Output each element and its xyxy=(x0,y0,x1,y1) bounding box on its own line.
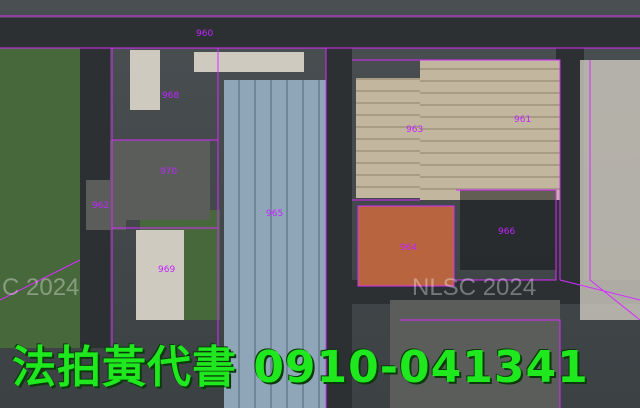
promo-banner-text: 法拍黃代書 0910-041341 xyxy=(12,342,589,393)
map-canvas[interactable]: 960 961 962 963 964 965 966 970 969 968 … xyxy=(0,0,640,408)
watermark-left: C 2024 xyxy=(2,274,80,301)
lot-label-960: 960 xyxy=(196,29,214,39)
lot-label-961: 961 xyxy=(514,115,532,125)
lot-label-965: 965 xyxy=(266,209,284,219)
parcel-line xyxy=(352,59,561,280)
lot-label-969: 969 xyxy=(158,265,176,275)
lot-label-966: 966 xyxy=(498,227,516,237)
lot-label-968: 968 xyxy=(162,91,180,101)
parcel-line xyxy=(559,279,640,301)
lot-label-963: 963 xyxy=(406,125,424,135)
watermark-right: NLSC 2024 xyxy=(412,274,537,301)
lot-label-964[interactable]: 964 xyxy=(400,244,417,253)
lot-label-962: 962 xyxy=(92,201,110,211)
parcel-line xyxy=(589,60,640,321)
lot-label-970: 970 xyxy=(160,167,178,177)
